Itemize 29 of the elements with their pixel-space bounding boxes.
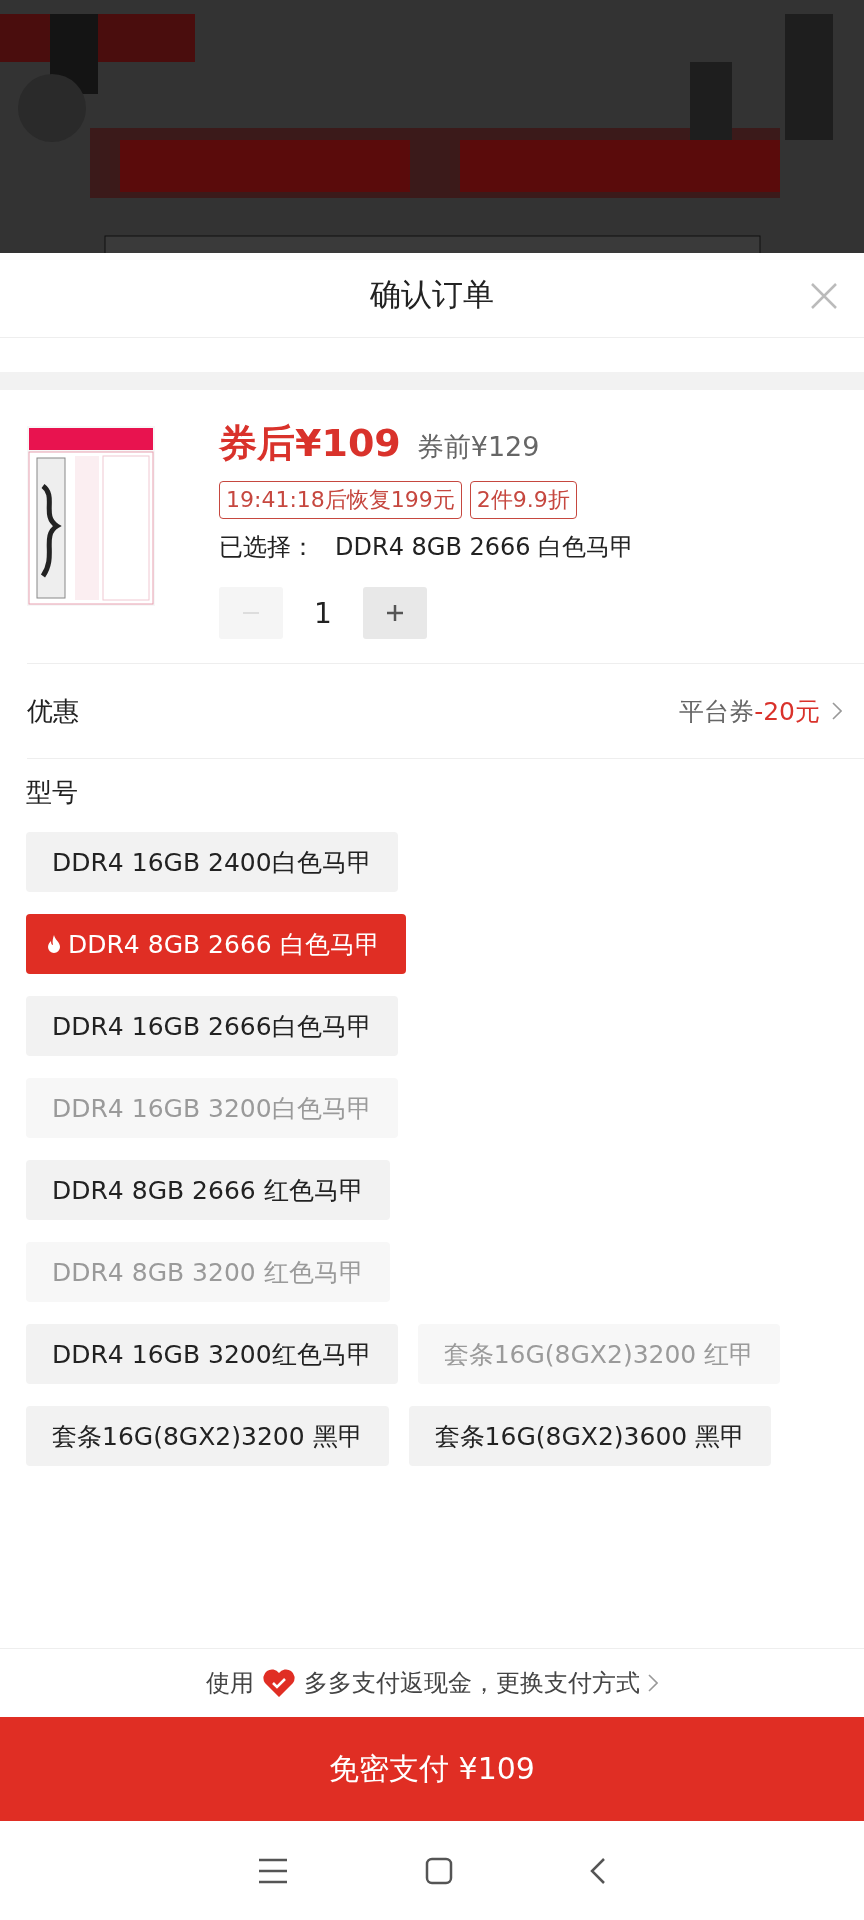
option-chip[interactable]: 套条16G(8GX2)3600 黑甲 bbox=[408, 1406, 772, 1466]
option-chip[interactable]: DDR4 8GB 2666 红色马甲 bbox=[26, 1160, 390, 1220]
sheet-title: 确认订单 bbox=[370, 275, 494, 314]
original-price: 券前¥129 bbox=[416, 430, 540, 464]
option-chip[interactable]: DDR4 16GB 2400白色马甲 bbox=[26, 832, 398, 892]
option-chip[interactable]: 套条16G(8GX2)3200 黑甲 bbox=[26, 1406, 389, 1466]
quantity-value: 1 bbox=[313, 596, 333, 630]
discount-label: 优惠 bbox=[27, 694, 80, 728]
chevron-icon bbox=[648, 1674, 658, 1692]
option-chip[interactable]: DDR4 8GB 2666 白色马甲 bbox=[26, 914, 406, 974]
section-title: 型号 bbox=[26, 776, 79, 809]
coupon-price: 券后¥109 bbox=[219, 420, 401, 467]
plus-icon bbox=[385, 603, 405, 623]
heart-check-icon bbox=[262, 1668, 296, 1698]
back-icon[interactable] bbox=[589, 1856, 606, 1885]
promo-tag: 19:41:18后恢复199元 bbox=[219, 481, 462, 519]
coupon-link[interactable]: 平台券-20元 bbox=[679, 694, 820, 728]
selected-label: 已选择： bbox=[219, 532, 315, 563]
pay-button[interactable]: 免密支付 ¥109 bbox=[0, 1717, 864, 1821]
option-chip[interactable]: DDR4 16GB 2666白色马甲 bbox=[26, 996, 398, 1056]
home-icon[interactable] bbox=[425, 1856, 453, 1885]
change-payment-link[interactable]: 多多支付返现金，更换支付方式 bbox=[304, 1667, 640, 1699]
promo-tag: 2件9.9折 bbox=[469, 481, 577, 519]
option-chip[interactable]: DDR4 16GB 3200红色马甲 bbox=[26, 1324, 398, 1384]
hint-text: 使用 bbox=[206, 1668, 254, 1699]
menu-icon[interactable] bbox=[258, 1857, 289, 1884]
selected-variant: DDR4 8GB 2666 白色马甲 bbox=[335, 532, 635, 563]
chevron-icon bbox=[832, 702, 842, 720]
flame-icon bbox=[46, 934, 62, 954]
